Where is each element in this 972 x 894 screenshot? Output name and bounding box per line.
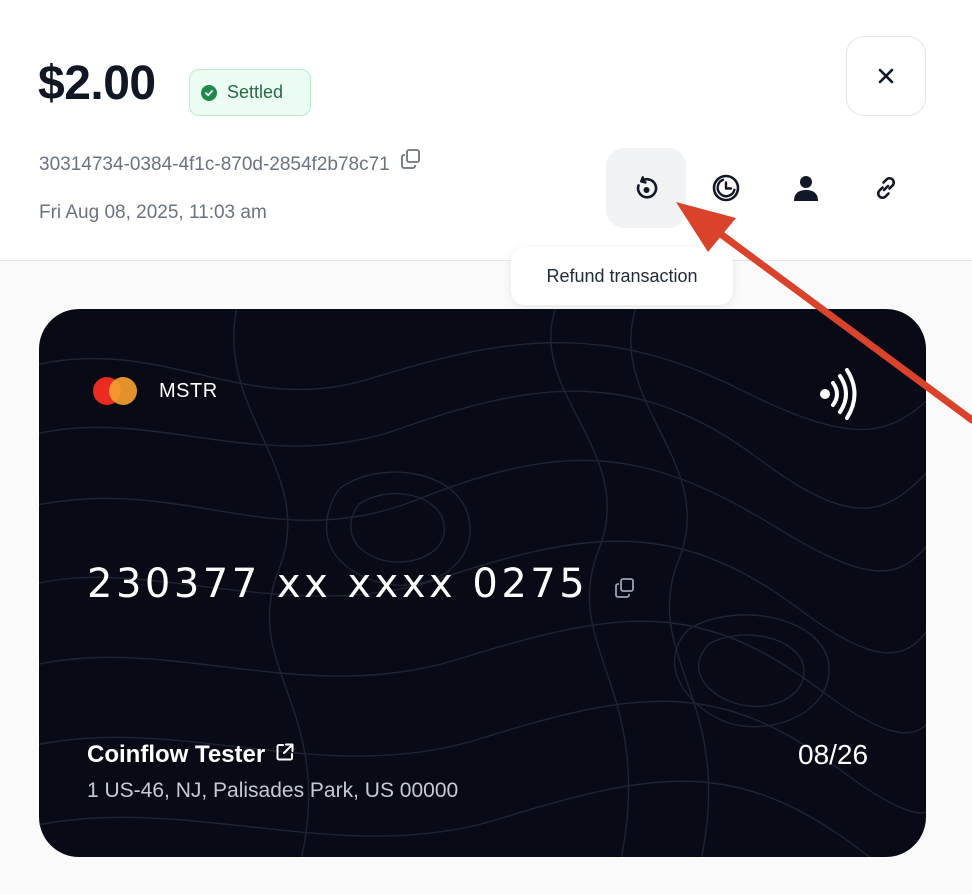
transaction-header: $2.00 Settled 30314734-0384-4f1c-870d-28… [0, 0, 972, 261]
refund-tooltip: Refund transaction [511, 247, 733, 305]
contactless-icon [820, 368, 857, 420]
card-expiry: 08/26 [798, 739, 869, 770]
refund-button[interactable] [606, 148, 686, 228]
card-number: 230377 xx xxxx 0275 [87, 561, 589, 607]
transaction-date: Fri Aug 08, 2025, 11:03 am [39, 202, 267, 223]
user-icon [794, 176, 818, 201]
link-icon [876, 176, 896, 200]
refund-icon [636, 176, 658, 199]
card-number-row: 230377 xx xxxx 0275 [87, 559, 636, 609]
mastercard-logo-icon [93, 377, 137, 405]
transaction-amount: $2.00 [38, 57, 156, 110]
external-link-icon[interactable] [275, 741, 295, 769]
payment-card: MSTR 230377 xx xxxx 0275 Coinflow Tester… [39, 309, 926, 857]
status-label: Settled [227, 82, 284, 102]
dispute-icon [712, 174, 740, 202]
status-badge: Settled [189, 69, 311, 116]
close-icon [878, 68, 894, 84]
close-button[interactable] [846, 36, 926, 116]
cardholder-row: Coinflow Tester [87, 741, 295, 769]
cardholder-name: Coinflow Tester [87, 741, 266, 768]
copy-icon[interactable] [400, 148, 422, 176]
dispute-button[interactable] [686, 148, 766, 228]
customer-button[interactable] [766, 148, 846, 228]
cardholder-address: 1 US-46, NJ, Palisades Park, US 00000 [87, 779, 459, 802]
copy-icon[interactable] [614, 563, 636, 609]
transaction-id-row: 30314734-0384-4f1c-870d-2854f2b78c71 [39, 149, 422, 176]
check-icon [201, 84, 217, 101]
transaction-id: 30314734-0384-4f1c-870d-2854f2b78c71 [39, 154, 390, 175]
card-brand-name: MSTR [159, 379, 218, 402]
link-button[interactable] [846, 148, 926, 228]
card-brand: MSTR [93, 377, 218, 405]
